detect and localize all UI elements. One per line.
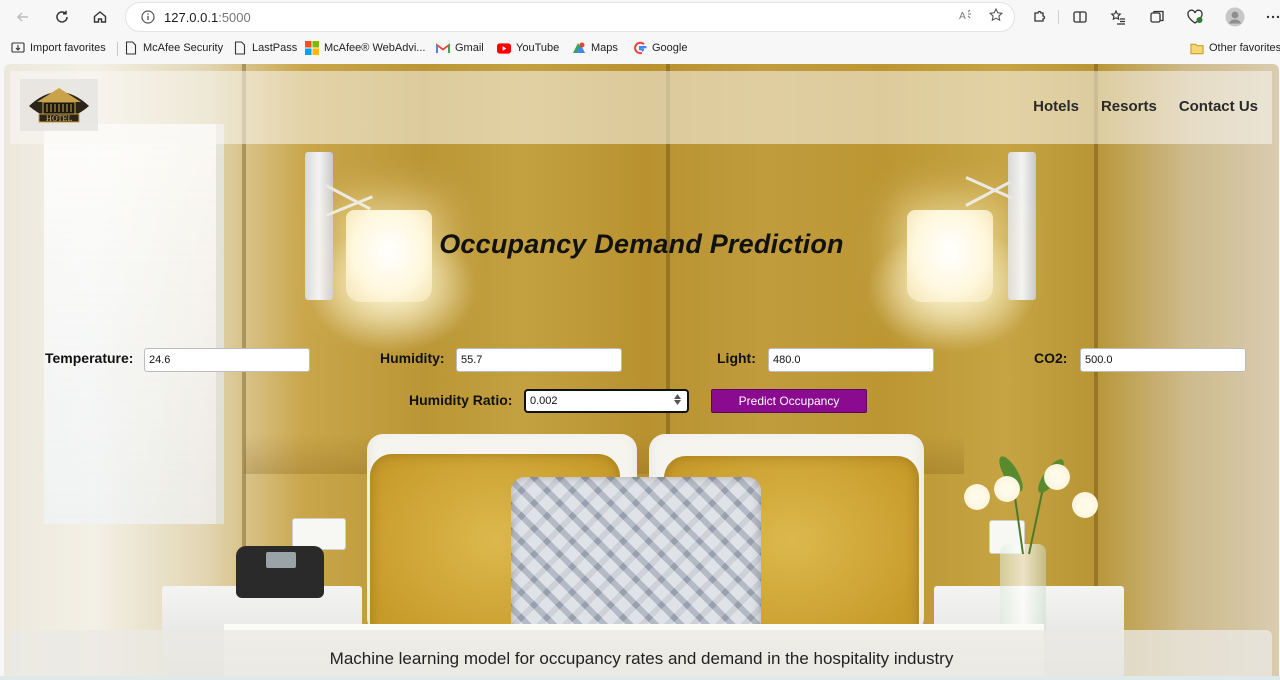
lamp-arm	[965, 176, 1013, 200]
bookmark-google[interactable]: Google	[633, 40, 687, 56]
footer-tagline: Machine learning model for occupancy rat…	[329, 649, 954, 668]
co2-input[interactable]: 500.0	[1080, 348, 1246, 372]
page-title: Occupancy Demand Prediction	[439, 229, 844, 259]
page-content: HOTEL Hotels Resorts Contact Us Occupanc…	[4, 64, 1279, 676]
lamp-plate	[305, 152, 333, 300]
svg-text:A: A	[959, 11, 966, 22]
light-input[interactable]: 480.0	[768, 348, 934, 372]
import-icon	[11, 41, 25, 55]
page-icon	[124, 41, 138, 55]
bookmark-mcafee-webadvisor[interactable]: McAfee® WebAdvi...	[305, 40, 425, 56]
telephone	[236, 546, 324, 598]
main-nav: Hotels Resorts Contact Us	[1033, 98, 1258, 115]
light-label: Light:	[717, 350, 756, 366]
number-spinner[interactable]	[674, 394, 681, 405]
nav-link-contact-us[interactable]: Contact Us	[1179, 98, 1258, 115]
background-window	[44, 124, 224, 524]
bookmark-youtube[interactable]: YouTube	[497, 40, 559, 56]
predict-occupancy-button[interactable]: Predict Occupancy	[711, 389, 867, 413]
hotel-logo-emblem: HOTEL	[29, 88, 89, 123]
lily-flower	[964, 484, 990, 510]
favorites-list-icon	[1110, 9, 1125, 25]
youtube-icon	[497, 41, 511, 55]
spin-down-icon[interactable]	[674, 400, 681, 405]
lily-flower	[1072, 492, 1098, 518]
temperature-label: Temperature:	[45, 350, 134, 366]
folder-icon	[1190, 41, 1204, 55]
google-icon	[633, 41, 647, 55]
temperature-input[interactable]: 24.6	[144, 348, 310, 372]
more-dots-icon	[1266, 15, 1280, 19]
humidity-input[interactable]: 55.7	[456, 348, 622, 372]
extensions-button[interactable]	[1026, 4, 1052, 30]
split-screen-button[interactable]	[1067, 4, 1093, 30]
lily-flower	[994, 476, 1020, 502]
avatar-icon	[1225, 7, 1245, 27]
info-icon	[141, 10, 155, 24]
collections-button[interactable]	[1144, 4, 1170, 30]
bookmark-gmail[interactable]: Gmail	[436, 40, 484, 56]
favorite-star-icon[interactable]	[988, 7, 1004, 23]
refresh-icon	[56, 10, 68, 23]
humidity-label: Humidity:	[380, 350, 445, 366]
back-arrow-icon	[16, 12, 28, 22]
bookmark-mcafee-security[interactable]: McAfee Security	[124, 40, 223, 56]
address-bar[interactable]: 127.0.0.1:5000 A	[125, 2, 1015, 32]
humidity-ratio-label: Humidity Ratio:	[409, 392, 513, 408]
lamp-plate	[1008, 152, 1036, 300]
site-header: HOTEL Hotels Resorts Contact Us	[10, 71, 1272, 144]
refresh-button[interactable]	[49, 4, 75, 30]
maps-icon	[572, 41, 586, 55]
browser-essentials-button[interactable]	[1182, 4, 1208, 30]
spin-up-icon[interactable]	[674, 394, 681, 399]
bookmarks-bar: Import favorites McAfee Security LastPas…	[0, 36, 1280, 60]
humidity-ratio-input[interactable]: 0.002	[524, 389, 689, 413]
collections-icon	[1150, 10, 1164, 23]
bookmark-separator	[117, 42, 118, 56]
window-bottom-edge	[0, 676, 1280, 680]
pillow-patterned	[511, 477, 761, 637]
page-icon	[233, 41, 247, 55]
back-button[interactable]	[10, 4, 36, 30]
bookmark-other-favorites[interactable]: Other favorites	[1190, 40, 1280, 56]
lily-flower	[1044, 464, 1070, 490]
hotel-logo[interactable]: HOTEL	[20, 79, 98, 131]
favorites-button[interactable]	[1105, 4, 1131, 30]
menu-button[interactable]	[1260, 4, 1280, 30]
svg-text:HOTEL: HOTEL	[46, 115, 73, 123]
windows-icon	[305, 41, 319, 55]
heart-pulse-icon	[1187, 9, 1203, 24]
home-button[interactable]	[87, 4, 113, 30]
gmail-icon	[436, 41, 450, 55]
nav-link-hotels[interactable]: Hotels	[1033, 98, 1079, 115]
co2-label: CO2:	[1034, 350, 1068, 366]
home-icon	[93, 11, 107, 23]
read-aloud-icon[interactable]: A	[958, 7, 974, 23]
browser-toolbar: 127.0.0.1:5000 A	[0, 0, 1280, 34]
profile-button[interactable]	[1222, 4, 1248, 30]
bookmark-lastpass[interactable]: LastPass	[233, 40, 297, 56]
puzzle-icon	[1034, 10, 1046, 22]
bookmark-import-favorites[interactable]: Import favorites	[11, 40, 106, 56]
split-screen-icon	[1073, 11, 1087, 23]
toolbar-divider	[1058, 10, 1059, 24]
nav-link-resorts[interactable]: Resorts	[1101, 98, 1157, 115]
url-text: 127.0.0.1:5000	[164, 9, 251, 25]
bookmark-maps[interactable]: Maps	[572, 40, 618, 56]
